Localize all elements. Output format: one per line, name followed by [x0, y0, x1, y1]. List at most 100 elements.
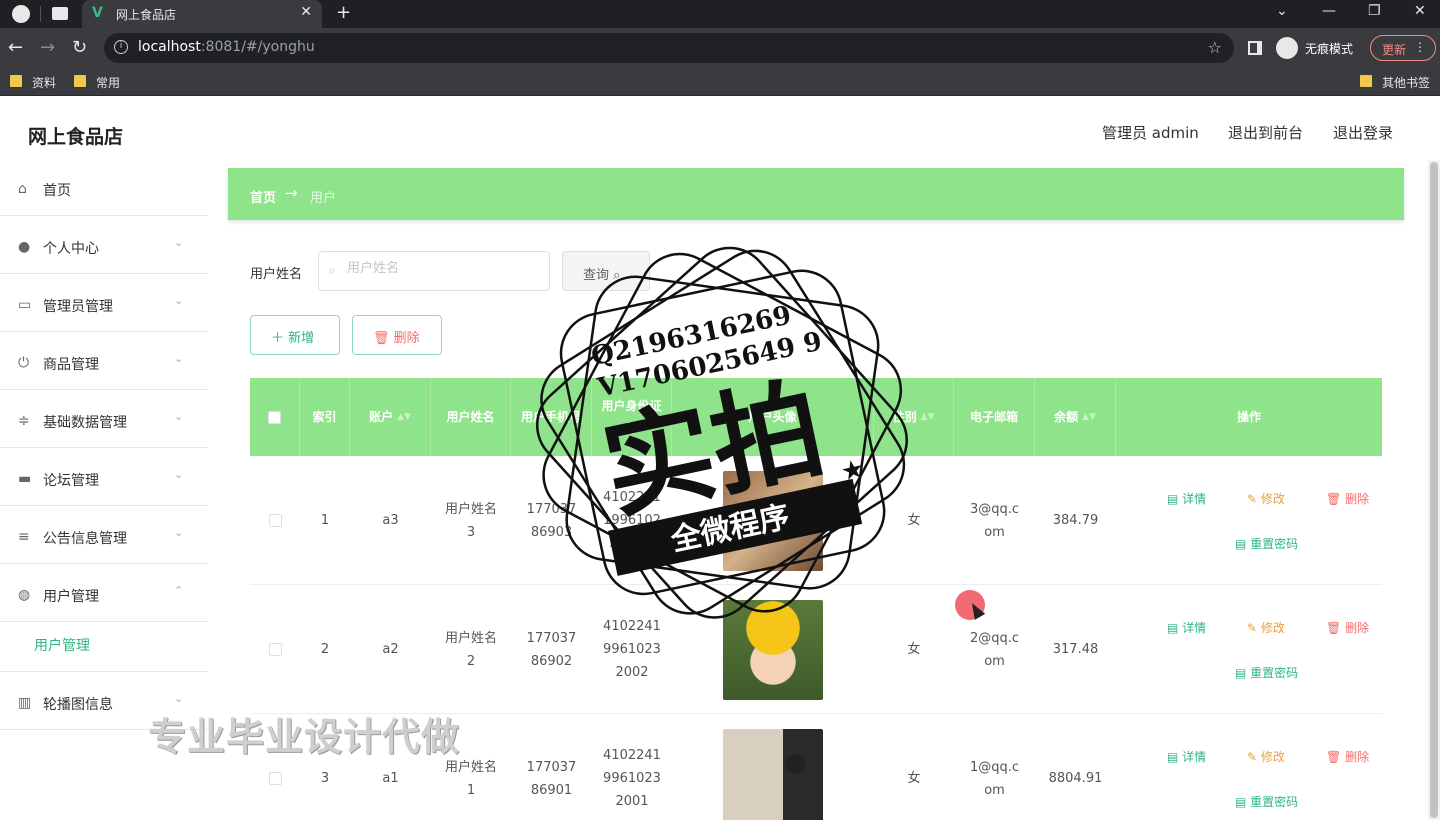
- edit-button[interactable]: ✎ 修改: [1247, 490, 1285, 507]
- reset-password-button[interactable]: ▤ 重置密码: [1235, 535, 1298, 552]
- cell-phone: 17703786901: [526, 759, 577, 798]
- sort-icon[interactable]: ▲▼: [397, 406, 411, 428]
- chevron-down-icon: ⌄: [174, 526, 184, 539]
- cell-email: 1@qq.com: [969, 759, 1020, 798]
- home-icon: ⌂: [18, 181, 27, 197]
- incognito-label: 无痕模式: [1305, 42, 1354, 56]
- bookmark-star-icon[interactable]: ☆: [1208, 38, 1222, 57]
- minimize-icon[interactable]: —: [1322, 3, 1336, 19]
- list-icon: ≡: [18, 529, 30, 545]
- sidebar-item-label: 首页: [43, 183, 71, 199]
- page-scrollbar[interactable]: [1428, 160, 1440, 820]
- col-email[interactable]: 电子邮箱: [954, 378, 1035, 456]
- row-checkbox[interactable]: [268, 643, 282, 656]
- col-label: 用户姓名: [446, 410, 495, 424]
- bookmark-folder-0[interactable]: 资料: [10, 74, 56, 91]
- row-checkbox[interactable]: [268, 514, 282, 527]
- sidebar-item-home[interactable]: ⌂ 首页: [0, 158, 208, 216]
- omnibox[interactable]: i localhost:8081/#/yonghu ☆: [104, 33, 1234, 63]
- row-checkbox[interactable]: [268, 772, 282, 785]
- edit-button[interactable]: ✎ 修改: [1247, 748, 1285, 765]
- reset-password-button[interactable]: ▤ 重置密码: [1235, 664, 1298, 681]
- incognito-icon[interactable]: [1276, 37, 1298, 59]
- to-front-link[interactable]: 退出到前台: [1228, 122, 1303, 143]
- sidebar-item-products[interactable]: ⏻ 商品管理 ⌄: [0, 332, 208, 390]
- chevron-down-icon: ⌄: [174, 468, 184, 481]
- other-bookmarks[interactable]: 其他书签: [1360, 74, 1430, 91]
- cell-email: 3@qq.com: [969, 501, 1020, 540]
- sidebar-item-label: 论坛管理: [43, 473, 99, 489]
- scrollbar-thumb[interactable]: [1430, 162, 1438, 818]
- cell-balance: 317.48: [1052, 642, 1099, 657]
- delete-button[interactable]: 🗑 删除: [352, 315, 442, 355]
- close-window-icon[interactable]: ✕: [1414, 3, 1426, 19]
- sidebar-item-users[interactable]: ◍ 用户管理 ⌃: [0, 564, 208, 622]
- edit-button[interactable]: ✎ 修改: [1247, 619, 1285, 636]
- col-label: 余额: [1054, 410, 1079, 424]
- tab-strip-icon[interactable]: [52, 7, 68, 20]
- close-tab-icon[interactable]: ✕: [300, 4, 312, 20]
- power-icon: ⏻: [18, 355, 30, 371]
- query-button[interactable]: 查询 ⌕: [562, 251, 650, 291]
- breadcrumb-home[interactable]: 首页: [250, 187, 276, 206]
- sidebar-subitem-users[interactable]: 用户管理: [0, 622, 208, 672]
- browser-tab[interactable]: V 网上食品店 ✕: [82, 0, 322, 28]
- col-avatar: 用户头像: [672, 378, 874, 456]
- bookmark-folder-1[interactable]: 常用: [74, 74, 120, 91]
- plus-icon: ＋: [271, 331, 289, 346]
- edit-label: 修改: [1260, 750, 1285, 764]
- site-info-icon[interactable]: i: [114, 40, 128, 54]
- col-account[interactable]: 账户 ▲▼: [350, 378, 431, 456]
- logout-link[interactable]: 退出登录: [1333, 122, 1393, 143]
- reset-label: 重置密码: [1250, 537, 1299, 551]
- sidebar-item-label: 用户管理: [43, 589, 99, 605]
- sidebar-item-notices[interactable]: ≡ 公告信息管理 ⌄: [0, 506, 208, 564]
- sort-icon[interactable]: ▲▼: [1082, 406, 1096, 428]
- restore-icon[interactable]: ❐: [1368, 3, 1381, 19]
- col-label: 用户身份证号: [601, 399, 662, 435]
- vue-logo-icon: V: [92, 5, 103, 21]
- menu-dots-icon[interactable]: ⋮: [1414, 40, 1426, 54]
- user-icon: ●: [18, 239, 31, 255]
- col-balance[interactable]: 余额 ▲▼: [1035, 378, 1116, 456]
- remove-button[interactable]: 🗑 删除: [1326, 619, 1369, 636]
- col-idcard[interactable]: 用户身份证号: [592, 378, 672, 456]
- sidebar-item-profile[interactable]: ● 个人中心 ⌄: [0, 216, 208, 274]
- update-button[interactable]: 更新 ⋮: [1370, 35, 1436, 61]
- col-gender[interactable]: 性别 ▲▼: [874, 378, 954, 456]
- col-label: 电子邮箱: [969, 410, 1018, 424]
- reload-icon[interactable]: ↻: [72, 37, 87, 58]
- detail-button[interactable]: ▤ 详情: [1167, 748, 1206, 765]
- search-input-box[interactable]: ⌕: [318, 251, 550, 291]
- search-input[interactable]: [347, 261, 537, 276]
- col-phone[interactable]: 用户手机号: [511, 378, 592, 456]
- browser-globe-icon[interactable]: [12, 5, 30, 23]
- back-icon[interactable]: ←: [8, 37, 23, 58]
- address-bar-row: ← → ↻ i localhost:8081/#/yonghu ☆ 无痕模式 更…: [0, 28, 1440, 68]
- sort-icon[interactable]: ▲▼: [921, 406, 935, 428]
- cell-balance: 8804.91: [1048, 771, 1103, 786]
- col-name[interactable]: 用户姓名: [431, 378, 511, 456]
- add-button[interactable]: ＋ 新增: [250, 315, 340, 355]
- sidebar-item-admins[interactable]: ▭ 管理员管理 ⌄: [0, 274, 208, 332]
- detail-button[interactable]: ▤ 详情: [1167, 490, 1206, 507]
- row-select-cell: [250, 456, 300, 585]
- remove-button[interactable]: 🗑 删除: [1326, 490, 1369, 507]
- search-label: 用户姓名: [250, 267, 303, 282]
- sidebar-item-label: 轮播图信息: [43, 697, 113, 713]
- reset-password-button[interactable]: ▤ 重置密码: [1235, 793, 1298, 810]
- bar-chart-icon: ▥: [18, 695, 32, 711]
- side-panel-icon[interactable]: [1248, 41, 1262, 55]
- sidebar-item-basic-data[interactable]: ≑ 基础数据管理 ⌄: [0, 390, 208, 448]
- forward-icon[interactable]: →: [40, 37, 55, 58]
- detail-button[interactable]: ▤ 详情: [1167, 619, 1206, 636]
- table-row: 1 a3 用户姓名3 17703786903 410224119961023 2…: [250, 456, 1382, 585]
- col-index[interactable]: 索引: [300, 378, 350, 456]
- new-tab-icon[interactable]: +: [336, 2, 351, 23]
- select-all-checkbox[interactable]: [268, 410, 281, 424]
- chevron-down-icon[interactable]: ⌄: [1276, 3, 1288, 19]
- chevron-down-icon: ⌄: [174, 294, 184, 307]
- url-text[interactable]: localhost:8081/#/yonghu: [138, 39, 315, 55]
- remove-button[interactable]: 🗑 删除: [1326, 748, 1369, 765]
- sidebar-item-forum[interactable]: ▬ 论坛管理 ⌄: [0, 448, 208, 506]
